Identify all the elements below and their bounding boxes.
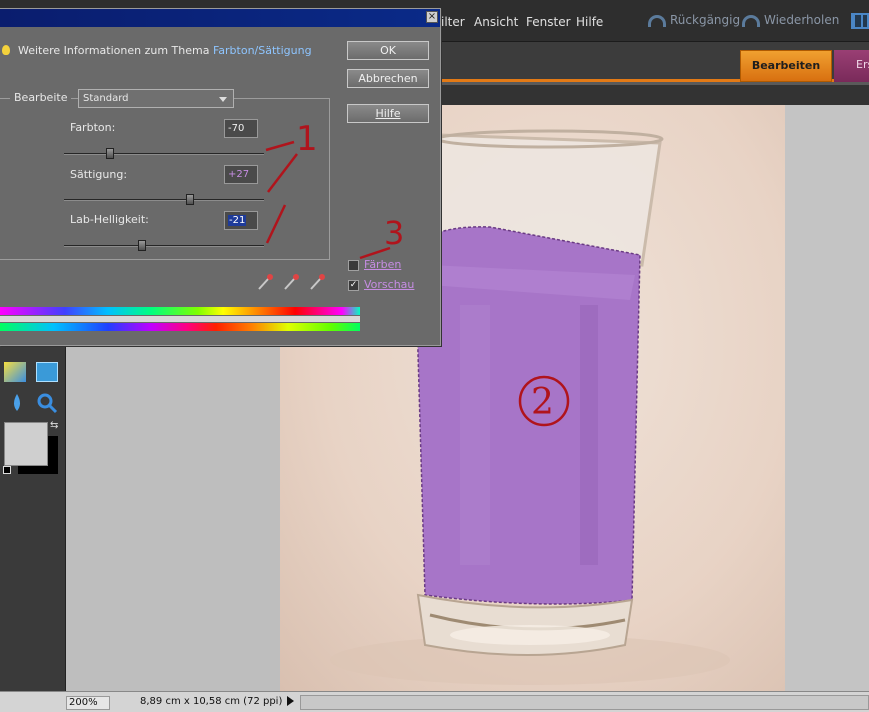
annotation-three: 3: [384, 214, 404, 252]
annotation-one: 1: [296, 119, 318, 159]
annotation-layer: 1 3: [265, 119, 404, 260]
